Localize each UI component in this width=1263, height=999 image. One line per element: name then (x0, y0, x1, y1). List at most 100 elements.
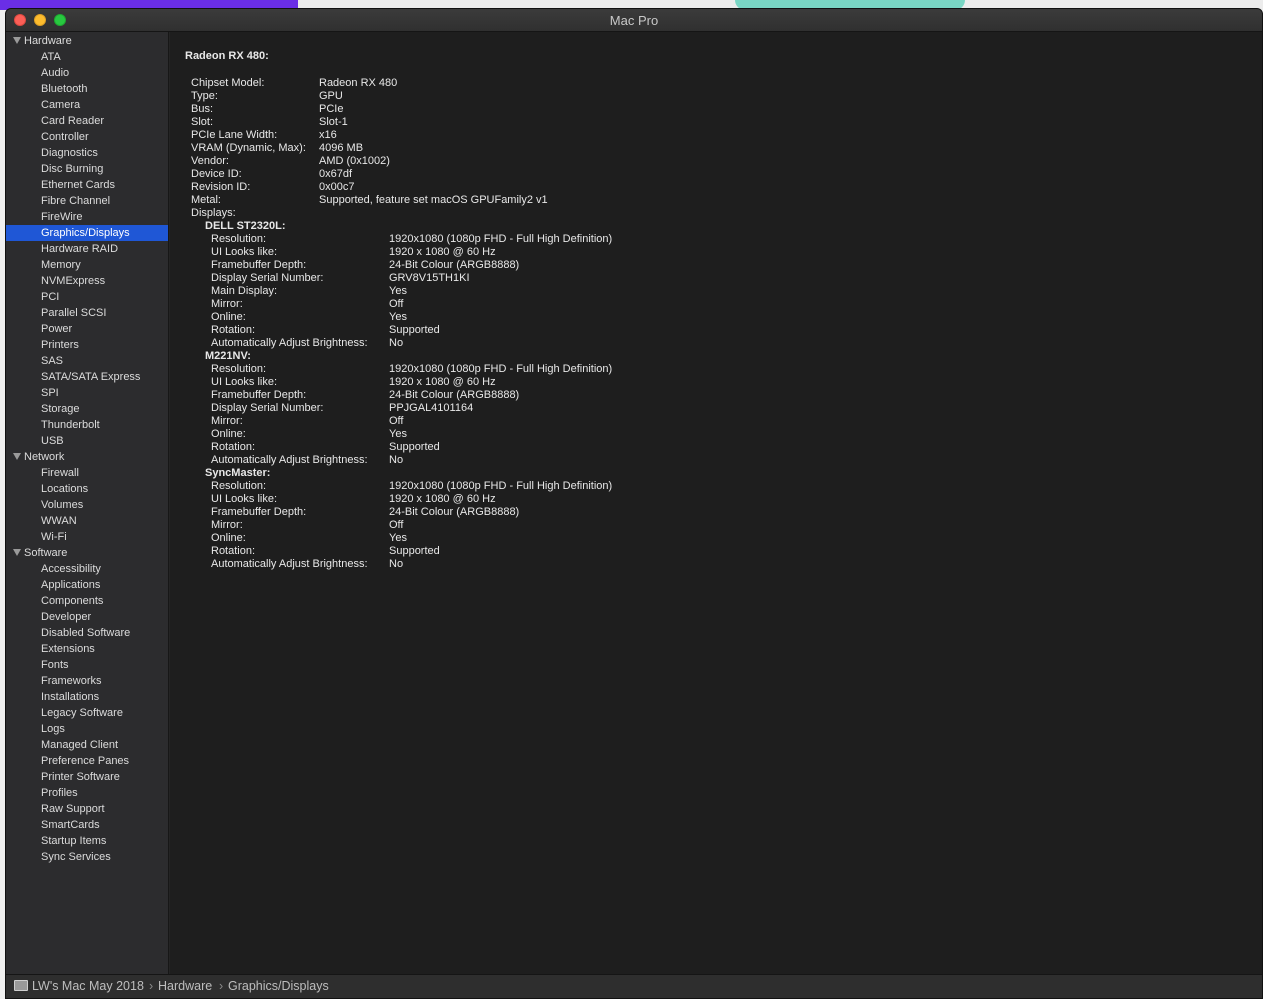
sidebar-item-storage[interactable]: Storage (6, 401, 168, 417)
display-property-label: Automatically Adjust Brightness: (211, 558, 368, 570)
sidebar-item-thunderbolt[interactable]: Thunderbolt (6, 417, 168, 433)
sidebar-item-firewall[interactable]: Firewall (6, 465, 168, 481)
disclosure-triangle-icon[interactable] (13, 549, 21, 556)
property-label: Bus: (191, 103, 214, 115)
disclosure-triangle-icon[interactable] (13, 37, 21, 44)
sidebar-item-spi[interactable]: SPI (6, 385, 168, 401)
display-property-value: PPJGAL4101164 (389, 402, 474, 414)
sidebar-item-fibre-channel[interactable]: Fibre Channel (6, 193, 168, 209)
display-property-value: Off (389, 519, 404, 531)
sidebar-item-legacy-software[interactable]: Legacy Software (6, 705, 168, 721)
computer-icon (14, 980, 28, 991)
sidebar-item-usb[interactable]: USB (6, 433, 168, 449)
sidebar-item-ata[interactable]: ATA (6, 49, 168, 65)
display-property-label: Framebuffer Depth: (211, 259, 307, 271)
display-property-label: UI Looks like: (211, 376, 278, 388)
property-value: x16 (319, 129, 337, 141)
sidebar-group-label: Hardware (24, 35, 72, 47)
sidebar-item-nvmexpress[interactable]: NVMExpress (6, 273, 168, 289)
sidebar-item-raw-support[interactable]: Raw Support (6, 801, 168, 817)
display-property-value: 1920 x 1080 @ 60 Hz (389, 376, 496, 388)
display-name: SyncMaster: (205, 467, 271, 479)
display-property-value: 24-Bit Colour (ARGB8888) (389, 259, 520, 271)
sidebar-item-logs[interactable]: Logs (6, 721, 168, 737)
display-property-value: Yes (389, 311, 407, 323)
sidebar-item-profiles[interactable]: Profiles (6, 785, 168, 801)
sidebar-item-parallel-scsi[interactable]: Parallel SCSI (6, 305, 168, 321)
sidebar-item-locations[interactable]: Locations (6, 481, 168, 497)
sidebar-item-controller[interactable]: Controller (6, 129, 168, 145)
property-value: Radeon RX 480 (319, 77, 398, 89)
sidebar-item-camera[interactable]: Camera (6, 97, 168, 113)
sidebar-item-preference-panes[interactable]: Preference Panes (6, 753, 168, 769)
breadcrumb-item[interactable]: Hardware (158, 975, 212, 997)
sidebar-group-hardware[interactable]: Hardware (6, 33, 168, 49)
sidebar-item-printer-software[interactable]: Printer Software (6, 769, 168, 785)
sidebar-item-frameworks[interactable]: Frameworks (6, 673, 168, 689)
breadcrumb-separator-icon: › (149, 979, 154, 993)
sidebar-item-printers[interactable]: Printers (6, 337, 168, 353)
sidebar-item-components[interactable]: Components (6, 593, 168, 609)
sidebar-item-disc-burning[interactable]: Disc Burning (6, 161, 168, 177)
disclosure-triangle-icon[interactable] (13, 453, 21, 460)
sidebar-item-wi-fi[interactable]: Wi-Fi (6, 529, 168, 545)
sidebar-item-installations[interactable]: Installations (6, 689, 168, 705)
sidebar-item-sata-sata-express[interactable]: SATA/SATA Express (6, 369, 168, 385)
display-property-value: 1920 x 1080 @ 60 Hz (389, 246, 496, 258)
display-property-label: Resolution: (211, 233, 267, 245)
display-property-label: Automatically Adjust Brightness: (211, 454, 368, 466)
property-label: Displays: (191, 207, 236, 219)
property-value: Supported, feature set macOS GPUFamily2 … (319, 194, 548, 206)
sidebar-item-volumes[interactable]: Volumes (6, 497, 168, 513)
sidebar-item-startup-items[interactable]: Startup Items (6, 833, 168, 849)
sidebar-item-ethernet-cards[interactable]: Ethernet Cards (6, 177, 168, 193)
sidebar-group-network[interactable]: Network (6, 449, 168, 465)
breadcrumb-item[interactable]: Graphics/Displays (228, 975, 329, 997)
sidebar-item-audio[interactable]: Audio (6, 65, 168, 81)
sidebar-item-graphics-displays[interactable]: Graphics/Displays (6, 225, 168, 241)
display-property-label: Framebuffer Depth: (211, 389, 307, 401)
sidebar-item-fonts[interactable]: Fonts (6, 657, 168, 673)
system-information-window: Mac Pro Hardware ATA Audio Bluetooth Camera C… (5, 8, 1263, 999)
display-name: DELL ST2320L: (205, 220, 286, 232)
display-property-label: Online: (211, 428, 246, 440)
breadcrumb-item[interactable]: LW's Mac May 2018 (32, 975, 144, 997)
sidebar-group-software[interactable]: Software (6, 545, 168, 561)
sidebar-item-disabled-software[interactable]: Disabled Software (6, 625, 168, 641)
sidebar-item-accessibility[interactable]: Accessibility (6, 561, 168, 577)
sidebar-item-bluetooth[interactable]: Bluetooth (6, 81, 168, 97)
sidebar-item-managed-client[interactable]: Managed Client (6, 737, 168, 753)
property-label: Vendor: (191, 155, 229, 167)
display-property-value: Off (389, 415, 404, 427)
sidebar-item-sas[interactable]: SAS (6, 353, 168, 369)
sidebar-item-developer[interactable]: Developer (6, 609, 168, 625)
display-property-value: 1920x1080 (1080p FHD - Full High Definit… (389, 363, 613, 375)
display-property-value: Yes (389, 285, 407, 297)
display-property-label: Automatically Adjust Brightness: (211, 337, 368, 349)
display-name: M221NV: (205, 350, 251, 362)
sidebar-item-wwan[interactable]: WWAN (6, 513, 168, 529)
display-property-label: Resolution: (211, 480, 267, 492)
sidebar-item-pci[interactable]: PCI (6, 289, 168, 305)
display-property-value: Supported (389, 441, 440, 453)
property-value: Slot-1 (319, 116, 348, 128)
property-label: Chipset Model: (191, 77, 265, 89)
sidebar-item-memory[interactable]: Memory (6, 257, 168, 273)
display-property-value: 24-Bit Colour (ARGB8888) (389, 506, 520, 518)
sidebar-item-sync-services[interactable]: Sync Services (6, 849, 168, 865)
sidebar-item-power[interactable]: Power (6, 321, 168, 337)
sidebar-item-hardware-raid[interactable]: Hardware RAID (6, 241, 168, 257)
property-label: Metal: (191, 194, 221, 206)
sidebar-item-smartcards[interactable]: SmartCards (6, 817, 168, 833)
sidebar-item-applications[interactable]: Applications (6, 577, 168, 593)
sidebar-item-extensions[interactable]: Extensions (6, 641, 168, 657)
sidebar-item-card-reader[interactable]: Card Reader (6, 113, 168, 129)
title-bar[interactable]: Mac Pro (6, 9, 1262, 32)
sidebar-item-firewire[interactable]: FireWire (6, 209, 168, 225)
display-property-label: Mirror: (211, 298, 243, 310)
display-property-label: Online: (211, 532, 246, 544)
display-property-value: 1920x1080 (1080p FHD - Full High Definit… (389, 480, 613, 492)
display-property-label: Mirror: (211, 415, 243, 427)
sidebar-item-diagnostics[interactable]: Diagnostics (6, 145, 168, 161)
display-property-value: No (389, 558, 404, 570)
